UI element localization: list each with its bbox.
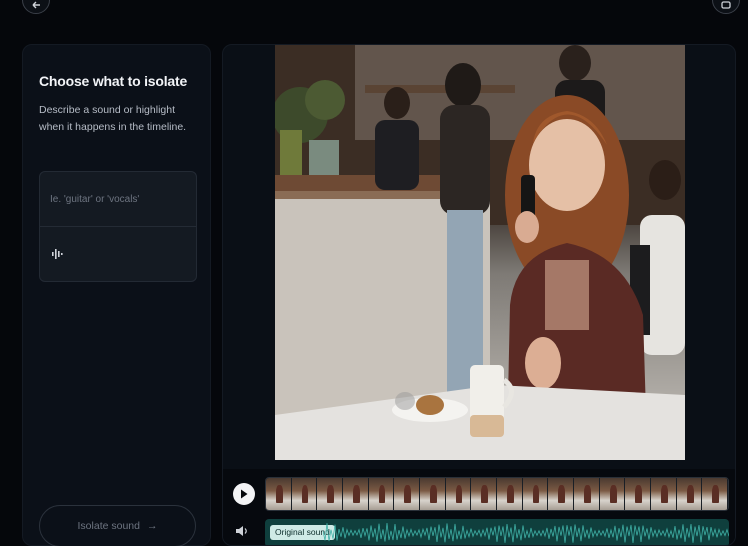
filmstrip-thumbnail xyxy=(445,478,472,510)
filmstrip-thumbnail xyxy=(676,478,703,510)
video-filmstrip[interactable] xyxy=(265,477,729,511)
panel-description: Describe a sound or highlight when it ha… xyxy=(39,104,187,133)
filmstrip-thumbnail xyxy=(574,478,600,510)
isolate-sound-button[interactable]: Isolate sound → xyxy=(39,505,196,546)
arrow-right-icon: → xyxy=(146,520,158,532)
undo-icon xyxy=(32,1,40,9)
filmstrip-thumbnail xyxy=(291,478,318,510)
isolate-panel: Choose what to isolate Describe a sound … xyxy=(22,44,211,546)
filmstrip-thumbnail xyxy=(317,478,344,510)
audio-waveform xyxy=(323,523,729,544)
video-editor-panel: Original sound xyxy=(222,44,736,546)
video-preview[interactable] xyxy=(275,45,685,460)
filmstrip-thumbnail xyxy=(625,478,652,510)
filmstrip-thumbnail xyxy=(420,478,446,510)
filmstrip-thumbnail xyxy=(471,478,498,510)
timeline: Original sound xyxy=(223,469,735,545)
filmstrip-thumbnail xyxy=(368,478,395,510)
filmstrip-thumbnail xyxy=(599,478,626,510)
video-frame-image xyxy=(275,45,685,460)
filmstrip-thumbnail xyxy=(266,478,292,510)
filmstrip-thumbnail xyxy=(548,478,575,510)
panel-title: Choose what to isolate xyxy=(39,73,188,89)
sound-wave-icon[interactable] xyxy=(50,248,64,260)
waveform-line xyxy=(323,523,729,544)
volume-icon[interactable] xyxy=(235,525,249,537)
prompt-box xyxy=(39,171,197,282)
filmstrip-thumbnail xyxy=(394,478,421,510)
filmstrip-thumbnail xyxy=(522,478,549,510)
more-icon xyxy=(721,1,731,9)
isolate-sound-label: Isolate sound xyxy=(77,520,140,532)
sound-prompt-input[interactable] xyxy=(40,172,196,227)
play-icon xyxy=(241,489,248,499)
play-button[interactable] xyxy=(233,483,255,505)
top-right-button[interactable] xyxy=(712,0,740,14)
top-left-button[interactable] xyxy=(22,0,50,14)
audio-track[interactable]: Original sound xyxy=(265,519,729,545)
filmstrip-thumbnail xyxy=(343,478,369,510)
filmstrip-thumbnail xyxy=(702,478,728,510)
filmstrip-thumbnail xyxy=(651,478,677,510)
filmstrip-thumbnail xyxy=(497,478,523,510)
